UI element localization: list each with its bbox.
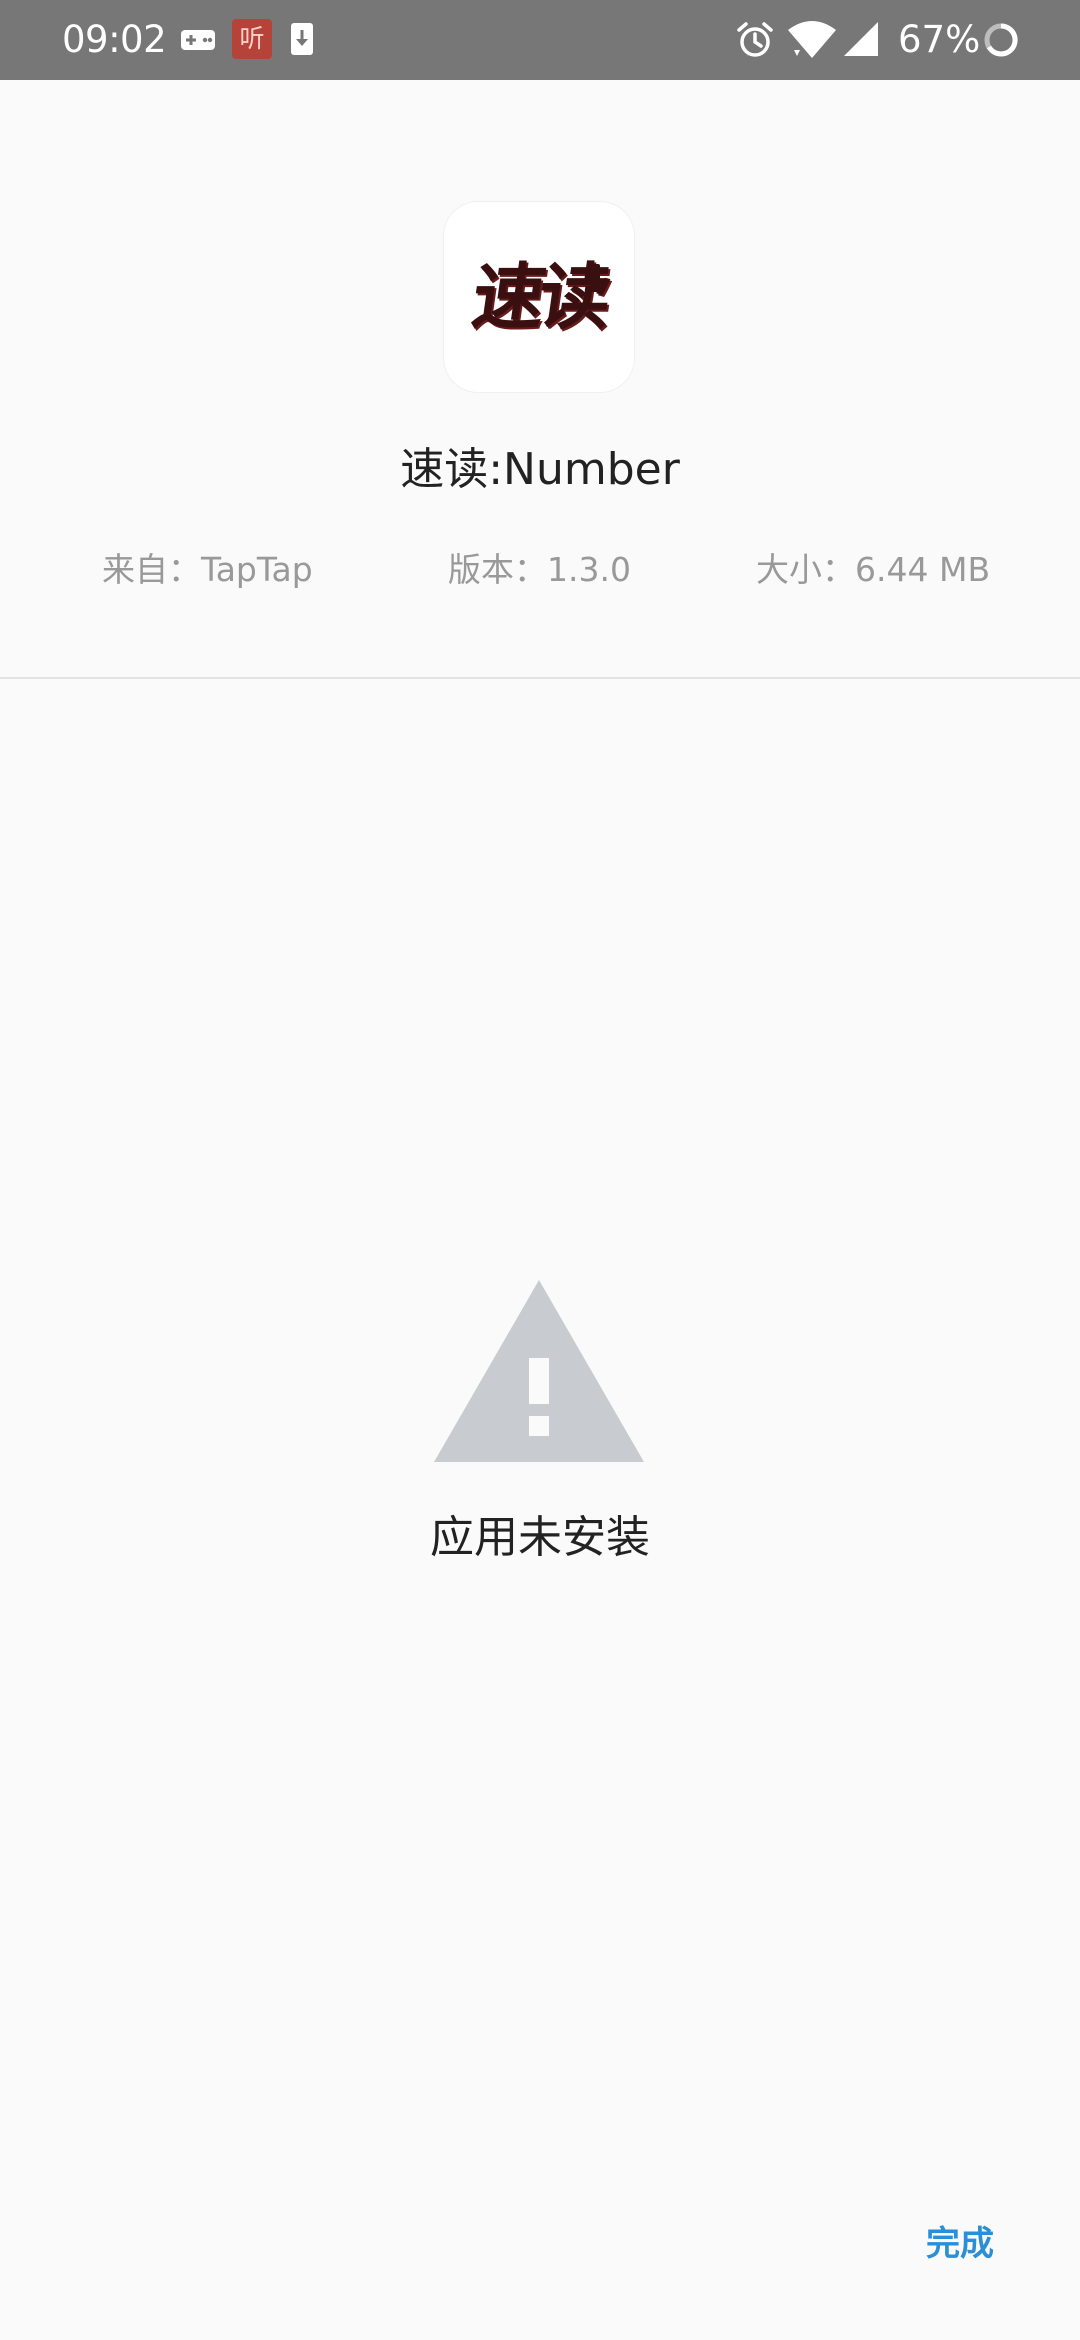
gamepad-icon: [181, 30, 215, 50]
app-icon: 速读: [444, 202, 634, 392]
status-time: 09:02: [62, 18, 167, 61]
battery-percent: 67%: [898, 18, 981, 61]
header-divider: [0, 677, 1080, 679]
app-icon-logo-text: 速读: [467, 254, 612, 339]
app-icon-stamp: [590, 264, 600, 292]
app-title: 速读:Number: [400, 444, 680, 495]
alarm-icon: [737, 22, 773, 57]
wifi-icon: [788, 21, 836, 58]
download-icon: [291, 23, 313, 55]
done-button[interactable]: 完成: [926, 2218, 994, 2270]
status-bar: 09:02 听 67%: [0, 0, 1080, 80]
warning-icon: [434, 1280, 644, 1462]
listen-app-icon: 听: [232, 19, 272, 59]
app-size: 大小：6.44 MB: [756, 550, 991, 589]
install-status-message: 应用未安装: [430, 1512, 650, 1563]
signal-icon: [844, 22, 878, 56]
app-version: 版本：1.3.0: [448, 550, 631, 589]
battery-ring-icon: [984, 23, 1018, 57]
app-source: 来自：TapTap: [102, 550, 313, 589]
